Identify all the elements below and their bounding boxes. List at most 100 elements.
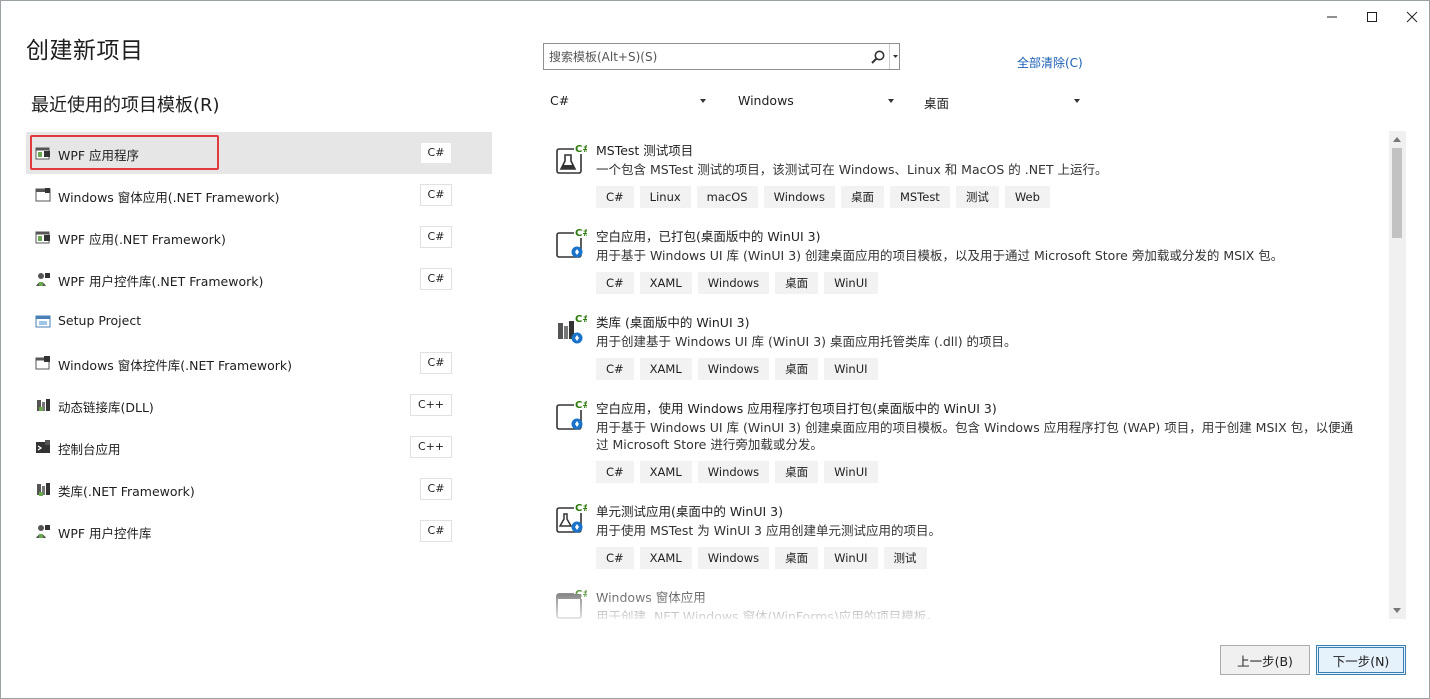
recent-template-item[interactable]: WPF 用户控件库(.NET Framework) C#: [26, 258, 492, 300]
close-icon[interactable]: [1389, 1, 1430, 33]
chevron-down-icon: [893, 55, 898, 58]
template-description: 用于基于 Windows UI 库 (WinUI 3) 创建桌面应用的项目模板。…: [596, 420, 1354, 452]
template-list: C# MSTest 测试项目一个包含 MSTest 测试的项目，该测试可在 Win…: [545, 131, 1387, 619]
recent-template-label: Windows 窗体控件库(.NET Framework): [58, 358, 293, 373]
template-tag: WinUI: [824, 272, 878, 294]
recent-template-item[interactable]: WPF 用户控件库 C#: [26, 510, 492, 552]
template-list-scrollbar[interactable]: [1389, 131, 1406, 619]
scroll-thumb[interactable]: [1392, 148, 1402, 238]
template-description: 用于创建 .NET Windows 窗体(WinForms)应用的项目模板。: [596, 609, 939, 619]
template-item[interactable]: C# 类库 (桌面版中的 WinUI 3) 用于创建基于 Windows UI 库 …: [545, 303, 1387, 389]
language-badge: C#: [420, 520, 452, 542]
recent-templates-list: WPF 应用程序 C# Windows 窗体应用(.NET Framework) C#…: [26, 132, 492, 552]
wpf-app-icon: [35, 231, 50, 244]
template-item[interactable]: C# Windows 窗体应用用于创建 .NET Windows 窗体(WinFo…: [545, 578, 1387, 619]
search-icon[interactable]: [870, 49, 886, 65]
template-tag: C#: [596, 547, 634, 569]
template-item[interactable]: C# 空白应用，使用 Windows 应用程序打包项目打包(桌面版中的 WinUI…: [545, 389, 1387, 492]
clear-all-filters-link[interactable]: 全部清除(C): [1017, 54, 1083, 71]
recent-template-item[interactable]: Windows 窗体控件库(.NET Framework) C#: [26, 342, 492, 384]
recent-template-label: WPF 应用程序: [58, 148, 140, 163]
template-tag: XAML: [639, 547, 692, 569]
create-project-window: 创建新项目 最近使用的项目模板(R) WPF 应用程序 C# Windows 窗体应…: [0, 0, 1430, 699]
template-tag: C#: [596, 186, 634, 208]
template-name: 空白应用，已打包(桌面版中的 WinUI 3): [596, 229, 821, 244]
language-badge: C#: [420, 268, 452, 290]
recent-template-item[interactable]: WPF 应用程序 C#: [26, 132, 492, 174]
template-tag: Windows: [697, 547, 770, 569]
language-filter-value: C#: [550, 93, 570, 108]
blank-app-wap-icon: C#: [555, 399, 591, 431]
class-library-icon: [37, 483, 50, 496]
page-title: 创建新项目: [26, 38, 144, 64]
template-search-box[interactable]: [543, 43, 900, 70]
recent-template-item[interactable]: Setup Project: [26, 300, 492, 342]
template-tag: 桌面: [775, 272, 819, 294]
template-item[interactable]: C# MSTest 测试项目一个包含 MSTest 测试的项目，该测试可在 Win…: [545, 131, 1387, 217]
unit-test-app-icon: C#: [555, 502, 591, 534]
recent-template-item[interactable]: 控制台应用 C++: [26, 426, 492, 468]
user-control-icon: [36, 273, 50, 286]
recent-template-label: 类库(.NET Framework): [58, 484, 195, 499]
recent-template-label: WPF 用户控件库(.NET Framework): [58, 274, 264, 289]
winforms-app-icon: C#: [555, 588, 591, 619]
mstest-project-icon: C#: [555, 143, 591, 175]
project-type-filter-value: 桌面: [924, 96, 950, 111]
language-badge: C#: [420, 226, 452, 248]
dll-icon: [37, 399, 50, 411]
platform-filter-dropdown[interactable]: Windows: [732, 89, 898, 113]
language-filter-dropdown[interactable]: C#: [544, 89, 710, 113]
language-badge: C#: [420, 478, 452, 500]
class-library-winui-icon: C#: [555, 313, 591, 345]
platform-filter-value: Windows: [738, 93, 794, 108]
template-name: 类库 (桌面版中的 WinUI 3): [596, 315, 750, 330]
template-name: 空白应用，使用 Windows 应用程序打包项目打包(桌面版中的 WinUI 3…: [596, 401, 997, 416]
template-tag: 测试: [955, 186, 999, 208]
language-badge: C#: [420, 142, 452, 164]
scroll-down-arrow[interactable]: [1389, 602, 1406, 619]
scroll-up-arrow[interactable]: [1389, 131, 1406, 148]
project-type-filter-dropdown[interactable]: 桌面: [918, 89, 1084, 113]
svg-text:C#: C#: [575, 314, 587, 325]
template-item[interactable]: C# 空白应用，已打包(桌面版中的 WinUI 3) 用于基于 Windows UI…: [545, 217, 1387, 303]
template-tag: 桌面: [775, 358, 819, 380]
template-tag: Windows: [697, 358, 770, 380]
recent-template-label: 动态链接库(DLL): [58, 400, 154, 415]
template-tag: 测试: [883, 547, 927, 569]
recent-template-item[interactable]: 动态链接库(DLL) C++: [26, 384, 492, 426]
recent-template-item[interactable]: 类库(.NET Framework) C#: [26, 468, 492, 510]
template-tag: XAML: [639, 461, 692, 483]
recent-template-label: 控制台应用: [58, 442, 121, 457]
template-tag: WinUI: [824, 358, 878, 380]
template-tag: Windows: [697, 272, 770, 294]
search-options-dropdown[interactable]: [889, 44, 900, 69]
template-description: 一个包含 MSTest 测试的项目，该测试可在 Windows、Linux 和 …: [596, 162, 1108, 177]
template-tag: 桌面: [840, 186, 884, 208]
back-button[interactable]: 上一步(B): [1220, 645, 1310, 675]
language-badge: C#: [420, 352, 452, 374]
recent-template-item[interactable]: WPF 应用(.NET Framework) C#: [26, 216, 492, 258]
template-tag: Windows: [763, 186, 835, 208]
template-name: Windows 窗体应用: [596, 590, 706, 605]
template-tag: C#: [596, 358, 634, 380]
svg-text:C#: C#: [575, 228, 587, 239]
template-tag: WinUI: [824, 461, 878, 483]
next-button[interactable]: 下一步(N): [1316, 645, 1406, 675]
recent-template-label: WPF 应用(.NET Framework): [58, 232, 226, 247]
template-tag: MSTest: [889, 186, 950, 208]
chevron-down-icon: [700, 99, 706, 103]
svg-text:C#: C#: [575, 400, 587, 411]
template-description: 用于创建基于 Windows UI 库 (WinUI 3) 桌面应用托管类库 (…: [596, 334, 1017, 349]
template-tags: C# XAML Windows 桌面 WinUI: [596, 358, 878, 380]
template-tag: XAML: [639, 358, 692, 380]
template-item[interactable]: C# 单元测试应用(桌面中的 WinUI 3) 用于使用 MSTest 为 WinU…: [545, 492, 1387, 578]
chevron-down-icon: [888, 99, 894, 103]
recent-template-label: WPF 用户控件库: [58, 526, 152, 541]
template-tag: WinUI: [824, 547, 878, 569]
blank-app-packaged-icon: C#: [555, 227, 591, 259]
search-input[interactable]: [544, 44, 864, 69]
recent-template-item[interactable]: Windows 窗体应用(.NET Framework) C#: [26, 174, 492, 216]
recent-template-label: Windows 窗体应用(.NET Framework): [58, 190, 280, 205]
template-tags: C# Linux macOS Windows 桌面 MSTest 测试 Web: [596, 186, 1050, 208]
template-tag: macOS: [696, 186, 758, 208]
